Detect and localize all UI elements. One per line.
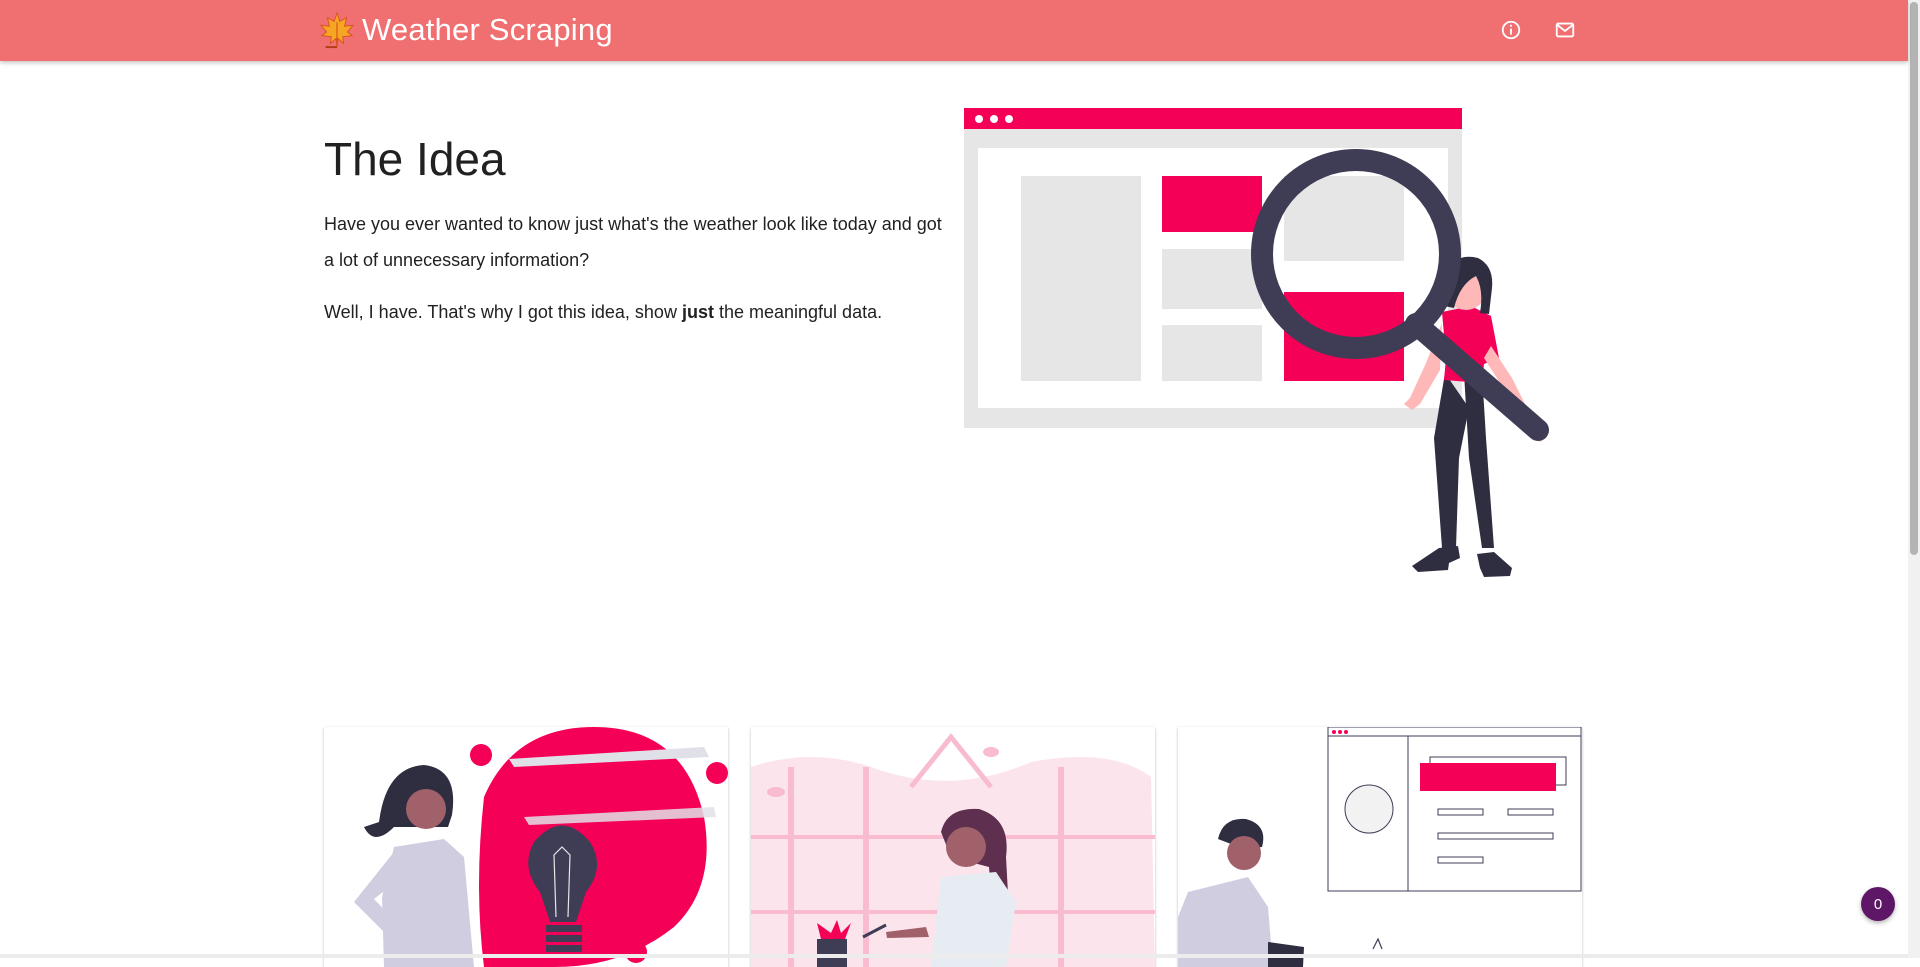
mail-icon <box>1555 22 1575 38</box>
card-idea[interactable] <box>324 727 728 967</box>
info-icon <box>1501 20 1521 40</box>
section-title: The Idea <box>324 133 506 185</box>
contact-button[interactable] <box>1549 14 1581 46</box>
emphasis-just: just <box>681 302 714 322</box>
app-bar: Weather Scraping <box>0 0 1908 61</box>
card-writing[interactable] <box>751 727 1155 967</box>
card-dashboard[interactable] <box>1178 727 1582 967</box>
chat-count-badge[interactable]: 0 <box>1861 887 1895 921</box>
idea-lightbulb-illustration <box>354 727 728 967</box>
scrollbar-thumb[interactable] <box>1910 2 1918 555</box>
idea-paragraph-2-start: Well, I have. That's why I got this idea… <box>324 302 682 322</box>
about-button[interactable] <box>1495 14 1527 46</box>
page-bottom-divider <box>0 954 1908 958</box>
man-dashboard-illustration <box>1178 727 1582 967</box>
maple-leaf-icon <box>319 11 355 49</box>
idea-paragraph-2: Well, I have. That's why I got this idea… <box>324 294 944 330</box>
idea-paragraph-1: Have you ever wanted to know just what's… <box>324 214 942 270</box>
app-title: Weather Scraping <box>362 12 613 47</box>
vertical-scrollbar[interactable] <box>1908 0 1920 958</box>
woman-writing-illustration <box>751 732 1155 967</box>
idea-paragraph-2-end: the meaningful data. <box>713 302 883 322</box>
search-illustration <box>964 108 1549 577</box>
brand[interactable]: Weather Scraping <box>318 6 613 54</box>
